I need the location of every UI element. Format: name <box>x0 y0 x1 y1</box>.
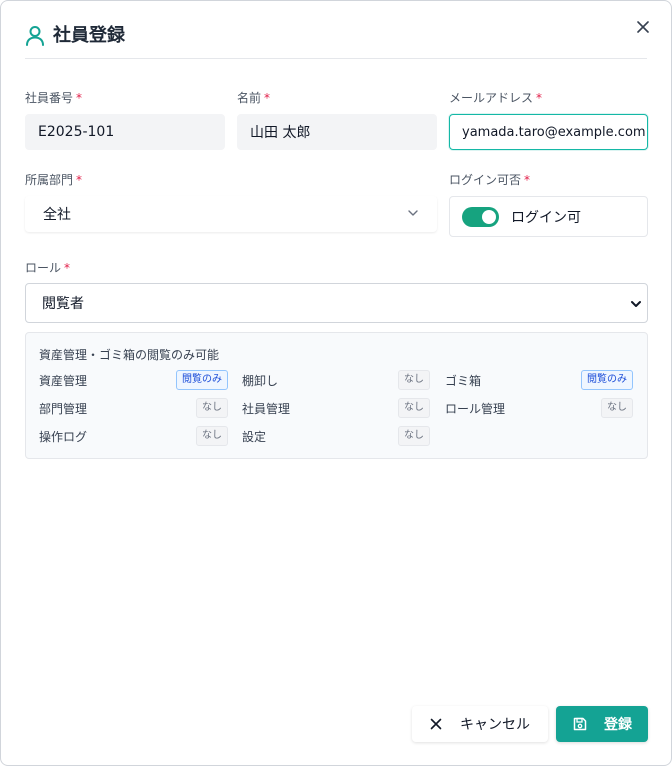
cancel-label: キャンセル <box>460 717 530 733</box>
perm-name: 操作ログ <box>39 430 88 444</box>
login-label: ログイン可否 * <box>449 172 530 188</box>
perm-name: ゴミ箱 <box>445 374 482 388</box>
dialog-header: 社員登録 <box>25 23 647 59</box>
email-value: yamada.taro@example.com <box>462 124 646 140</box>
perm-badge: なし <box>398 426 430 446</box>
toggle-knob <box>482 209 496 224</box>
name-label-text: 名前 <box>237 91 262 105</box>
role-value: 閲覧者 <box>42 296 84 312</box>
role-label: ロール * <box>25 260 70 276</box>
perm-badge: なし <box>196 426 228 446</box>
login-toggle-box: ログイン可 <box>449 196 648 237</box>
employee-registration-dialog: 社員登録 社員番号 * E2025-101 名前 * 山田 太郎 メールアドレス * … <box>0 0 672 766</box>
perm-badge: なし <box>398 370 430 390</box>
role-select[interactable]: 閲覧者 <box>25 283 648 323</box>
employee-no-label-text: 社員番号 <box>25 91 74 105</box>
department-select[interactable]: 全社 <box>25 196 437 232</box>
chevron-down-icon <box>408 210 418 216</box>
login-toggle[interactable] <box>462 206 499 227</box>
perm-name: ロール管理 <box>445 402 506 416</box>
required-mark: * <box>536 91 543 105</box>
name-label: 名前 * <box>237 90 270 106</box>
required-mark: * <box>524 173 531 187</box>
perm-badge: 閲覧のみ <box>176 370 228 390</box>
employee-no-value: E2025-101 <box>38 124 115 140</box>
close-button[interactable] <box>631 15 655 39</box>
email-input[interactable]: yamada.taro@example.com <box>449 114 648 150</box>
perm-badge: なし <box>601 398 633 418</box>
perm-name: 棚卸し <box>242 374 279 388</box>
submit-label: 登録 <box>604 717 632 733</box>
submit-button[interactable]: 登録 <box>556 706 648 742</box>
department-label: 所属部門 * <box>25 172 82 188</box>
role-label-text: ロール <box>25 261 62 275</box>
save-icon <box>573 717 587 731</box>
dialog-title: 社員登録 <box>53 25 125 46</box>
perm-name: 設定 <box>242 430 267 444</box>
required-mark: * <box>264 91 271 105</box>
required-mark: * <box>76 91 83 105</box>
perm-badge: なし <box>196 398 228 418</box>
perm-badge: なし <box>398 398 430 418</box>
email-label: メールアドレス * <box>449 90 542 106</box>
perm-name: 社員管理 <box>242 402 291 416</box>
employee-no-input[interactable]: E2025-101 <box>25 114 225 150</box>
department-value: 全社 <box>43 207 71 223</box>
department-label-text: 所属部門 <box>25 173 74 187</box>
login-toggle-label: ログイン可 <box>511 209 581 226</box>
permission-panel: 資産管理・ゴミ箱の閲覧のみ可能 資産管理 閲覧のみ 棚卸し なし ゴミ箱 閲覧の… <box>25 332 648 459</box>
close-icon <box>637 21 649 33</box>
chevron-down-icon <box>631 301 641 307</box>
email-label-text: メールアドレス <box>449 91 534 105</box>
perm-name: 部門管理 <box>39 402 88 416</box>
employee-no-label: 社員番号 * <box>25 90 82 106</box>
required-mark: * <box>76 173 83 187</box>
permission-summary: 資産管理・ゴミ箱の閲覧のみ可能 <box>39 348 220 362</box>
perm-name: 資産管理 <box>39 374 88 388</box>
close-icon <box>430 718 442 730</box>
name-input[interactable]: 山田 太郎 <box>237 114 437 150</box>
cancel-button[interactable]: キャンセル <box>412 706 548 742</box>
login-label-text: ログイン可否 <box>449 173 522 187</box>
perm-badge: 閲覧のみ <box>581 370 633 390</box>
name-value: 山田 太郎 <box>250 125 311 141</box>
user-icon <box>26 26 44 46</box>
required-mark: * <box>64 261 71 275</box>
